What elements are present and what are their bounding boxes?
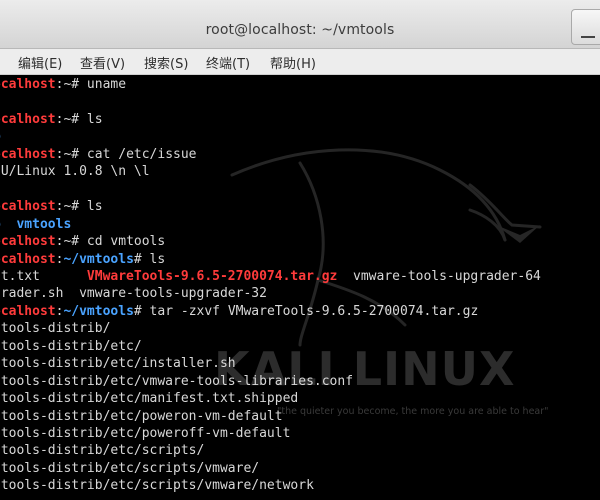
terminal-text: ocalhost — [0, 234, 56, 250]
terminal-line: -tools-distrib/etc/ — [0, 338, 142, 355]
window-title: root@localhost: ~/vmtools — [205, 22, 395, 38]
terminal-text: VMwareTools-9.6.5-2700074.tar.gz — [86, 268, 338, 284]
terminal-line: ocalhost:~# cat /etc/issue — [0, 146, 197, 163]
terminal-text: ocalhost — [0, 199, 56, 215]
kali-tagline: "the quieter you become, the more you ar… — [277, 406, 549, 417]
terminal-text: :~# ls — [55, 111, 103, 127]
terminal-line: NU/Linux 1.0.8 \n \l — [0, 163, 150, 180]
terminal-line: -tools-distrib/ — [0, 320, 110, 337]
terminal-line: -tools-distrib/etc/scripts/vmware/ — [0, 460, 259, 477]
terminal-line: -tools-distrib/etc/scripts/vmware/networ… — [0, 477, 314, 494]
terminal-line: ocalhost:~# uname — [0, 76, 126, 93]
terminal-text: grader.sh vmware-tools-upgrader-32 — [0, 286, 267, 302]
terminal-text: NU/Linux 1.0.8 \n \l — [0, 164, 150, 180]
terminal-line: -tools-distrib/etc/vmware-tools-librarie… — [0, 373, 353, 390]
terminal-text: -tools-distrib/ — [0, 321, 111, 337]
terminal-line: -tools-distrib/etc/poweroff-vm-default — [0, 425, 290, 442]
terminal-text: ~/vmtools — [63, 303, 134, 319]
terminal-text: -tools-distrib/etc/vmware-tools-librarie… — [0, 373, 354, 389]
terminal-line: ocalhost:~/vmtools# tar -zxvf VMwareTool… — [0, 303, 478, 320]
menu-terminal[interactable]: 终端(T) — [206, 53, 250, 72]
terminal-text: ocalhost — [0, 111, 56, 127]
terminal-text: ocalhost — [0, 303, 56, 319]
terminal-text: ocalhost — [0, 251, 56, 267]
terminal-line: -tools-distrib/etc/installer.sh — [0, 355, 236, 372]
terminal-text: # tar -zxvf VMwareTools-9.6.5-2700074.ta… — [133, 303, 479, 319]
menu-view[interactable]: 查看(V) — [80, 53, 125, 72]
terminal-line: p — [0, 128, 1, 145]
terminal-text: :~# ls — [55, 199, 103, 215]
menu-edit[interactable]: 编辑(E) — [18, 53, 62, 72]
terminal-line: st.txt VMwareTools-9.6.5-2700074.tar.gz … — [0, 268, 541, 285]
terminal-text: -tools-distrib/etc/installer.sh — [0, 356, 236, 372]
terminal-text: ~/vmtools — [63, 251, 134, 267]
terminal-line: -tools-distrib/etc/scripts/ — [0, 442, 204, 459]
terminal-text: -tools-distrib/etc/scripts/vmware/ — [0, 460, 260, 476]
terminal-text: :~# cd vmtools — [55, 234, 166, 250]
terminal-line: -tools-distrib/etc/manifest.txt.shipped — [0, 390, 298, 407]
terminal-text: -tools-distrib/etc/scripts/vmware/networ… — [0, 478, 314, 494]
terminal-text: p vmtools — [0, 216, 72, 232]
terminal-line: -tools-distrib/etc/poweron-vm-default — [0, 408, 283, 425]
minimize-icon — [581, 36, 595, 38]
terminal-line: grader.sh vmware-tools-upgrader-32 — [0, 285, 267, 302]
menu-bar: 编辑(E) 查看(V) 搜索(S) 终端(T) 帮助(H) — [0, 49, 600, 75]
terminal-line: ocalhost:~# cd vmtools — [0, 233, 165, 250]
title-bar[interactable]: root@localhost: ~/vmtools — [0, 0, 600, 49]
terminal-text: :~# uname — [55, 77, 127, 92]
menu-help[interactable]: 帮助(H) — [270, 53, 316, 72]
terminal-line: ocalhost:~# ls — [0, 111, 103, 128]
terminal-text: -tools-distrib/etc/ — [0, 338, 142, 354]
terminal-text: # ls — [133, 251, 166, 267]
terminal-window: root@localhost: ~/vmtools 编辑(E) 查看(V) 搜索… — [0, 0, 600, 500]
terminal-text: -tools-distrib/etc/manifest.txt.shipped — [0, 391, 299, 407]
terminal-text: -tools-distrib/etc/poweron-vm-default — [0, 408, 283, 424]
terminal-text: :~# cat /etc/issue — [55, 146, 197, 162]
terminal-line: ocalhost:~# ls — [0, 198, 103, 215]
terminal-text: -tools-distrib/etc/scripts/ — [0, 443, 205, 459]
terminal-text: -tools-distrib/etc/poweroff-vm-default — [0, 426, 291, 441]
terminal-line: ocalhost:~/vmtools# ls — [0, 251, 165, 268]
terminal-text: st.txt — [0, 268, 87, 284]
terminal-text: vmware-tools-upgrader-64 — [337, 268, 541, 284]
terminal-text: ocalhost — [0, 77, 56, 92]
terminal-line: p vmtools — [0, 216, 71, 233]
terminal-text: p — [0, 129, 1, 144]
menu-search[interactable]: 搜索(S) — [144, 53, 188, 72]
minimize-button[interactable] — [571, 9, 600, 45]
terminal-text: ocalhost — [0, 146, 56, 162]
terminal-output[interactable]: KALI LINUX "the quieter you become, the … — [0, 75, 600, 500]
